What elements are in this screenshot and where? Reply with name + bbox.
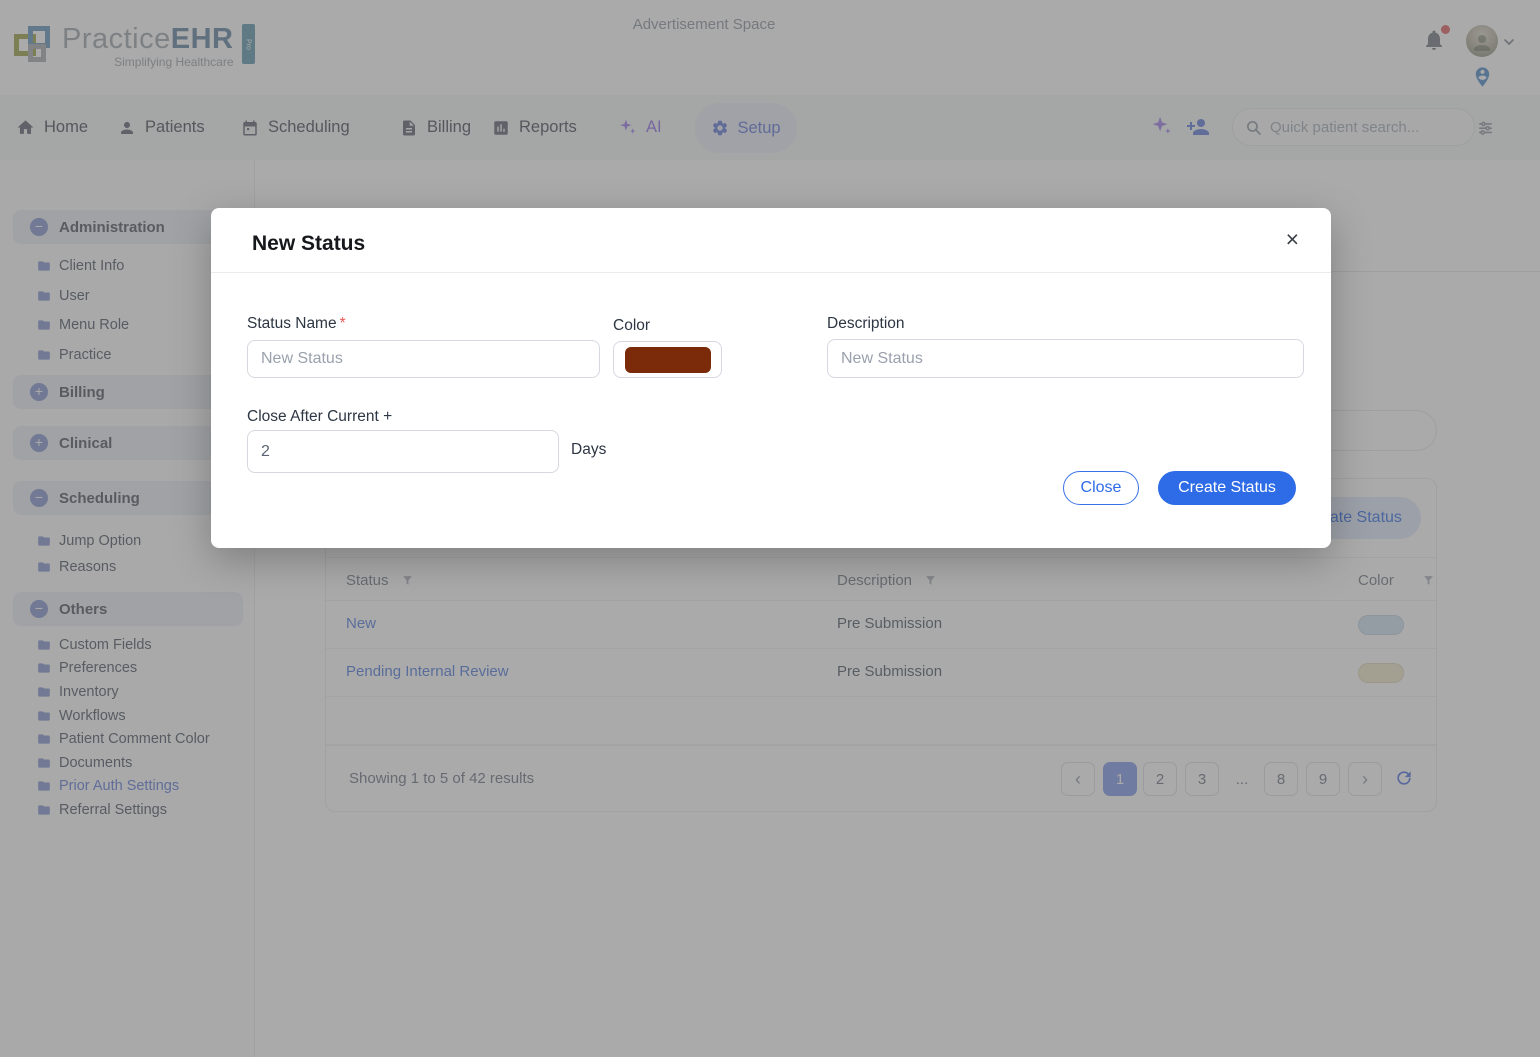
new-status-modal: New Status × Status Name* Color Descript…: [211, 208, 1331, 548]
modal-title: New Status: [252, 232, 365, 256]
close-after-label: Close After Current +: [247, 408, 392, 426]
modal-divider: [211, 272, 1331, 273]
required-marker: *: [340, 315, 346, 332]
create-status-button[interactable]: Create Status: [1158, 471, 1296, 505]
close-icon[interactable]: ×: [1286, 228, 1299, 251]
status-name-label: Status Name: [247, 315, 337, 332]
color-picker[interactable]: [613, 341, 722, 378]
description-label: Description: [827, 315, 905, 333]
status-name-input[interactable]: [247, 340, 600, 378]
close-button[interactable]: Close: [1063, 471, 1139, 505]
practice-ehr-app: PracticeEHR Simplifying Healthcare Pro A…: [0, 0, 1540, 1057]
description-input[interactable]: [827, 339, 1304, 378]
color-label: Color: [613, 317, 650, 335]
color-swatch: [625, 347, 711, 373]
days-label: Days: [571, 441, 606, 459]
close-after-input[interactable]: [247, 430, 559, 473]
